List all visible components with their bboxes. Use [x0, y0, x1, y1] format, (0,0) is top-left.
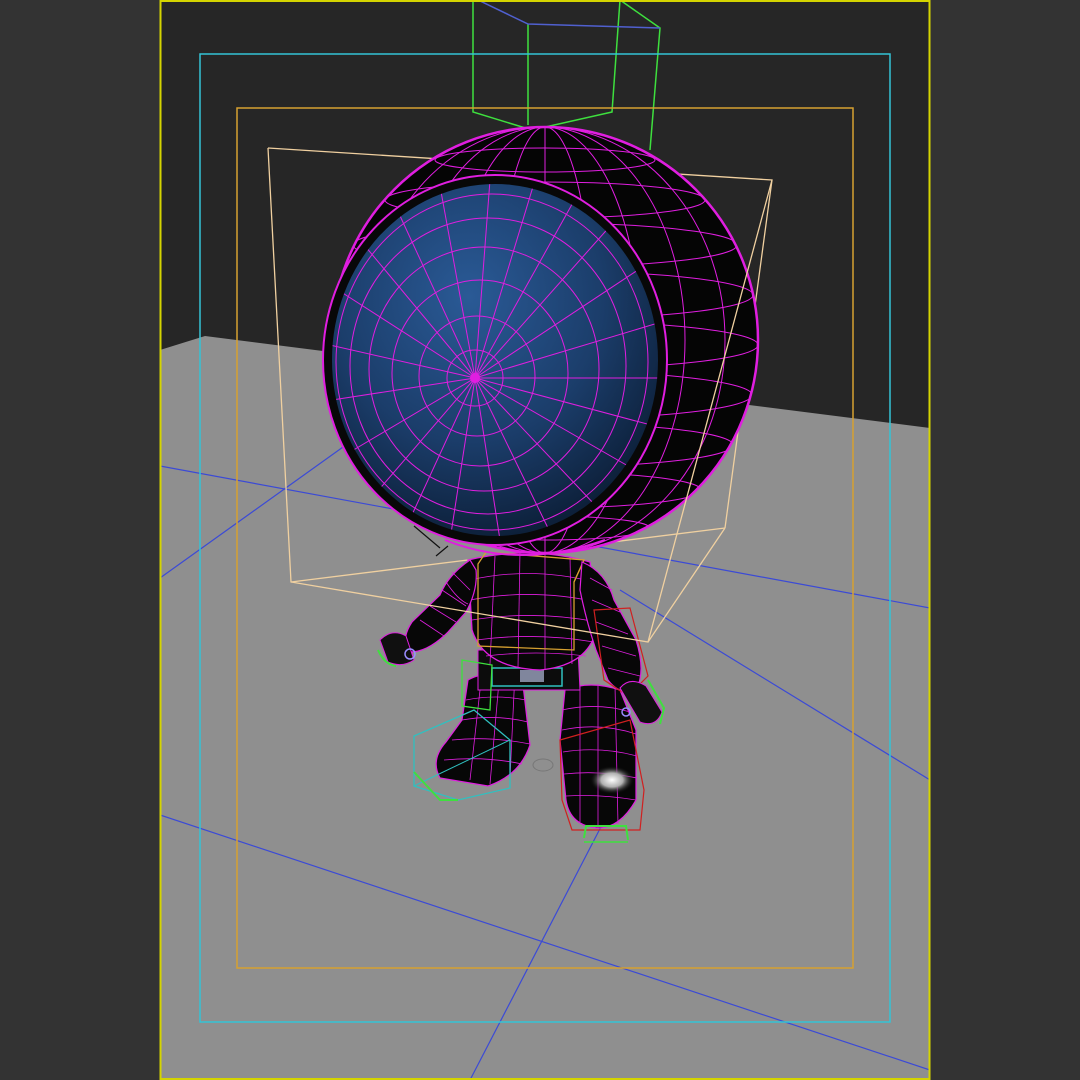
scene-area — [160, 0, 930, 1080]
robot-torso[interactable] — [467, 550, 599, 671]
3d-viewport[interactable] — [0, 0, 1080, 1080]
face-pole-vertex — [470, 373, 480, 383]
viewport-canvas[interactable] — [0, 0, 1080, 1080]
